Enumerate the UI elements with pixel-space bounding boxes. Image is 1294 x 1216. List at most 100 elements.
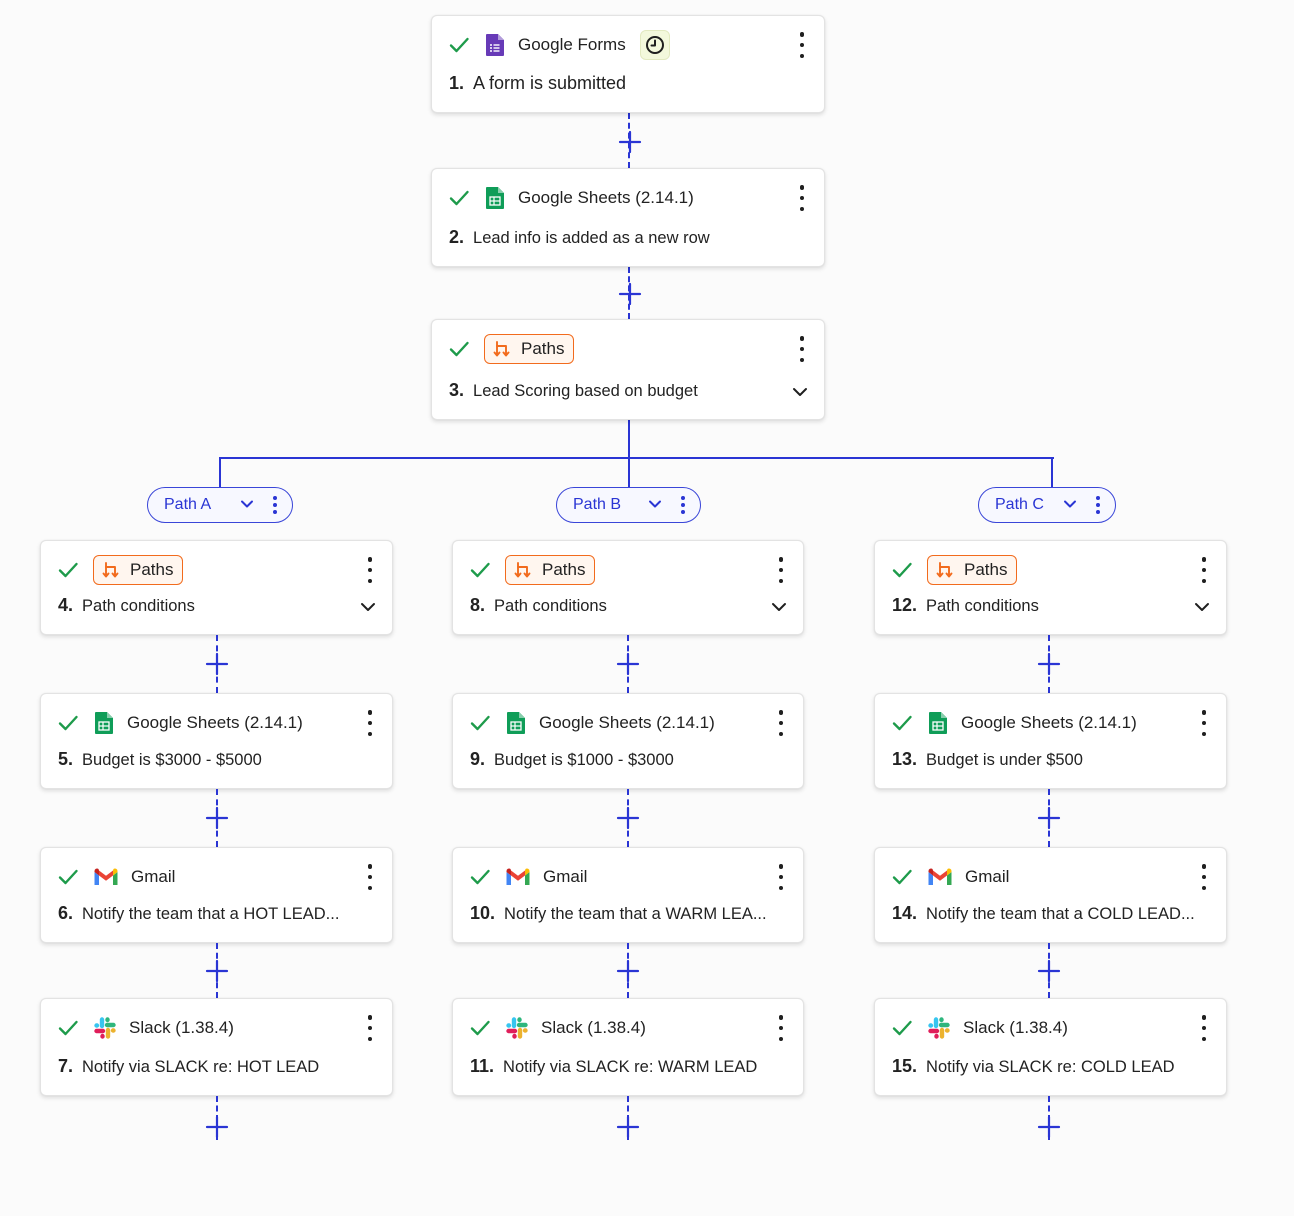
paths-icon (936, 561, 954, 579)
chevron-down-icon[interactable] (771, 602, 787, 612)
more-vertical-icon[interactable] (680, 496, 686, 514)
slack-step-card[interactable]: Slack (1.38.4) 11. Notify via SLACK re: … (452, 998, 804, 1096)
check-icon (469, 866, 491, 888)
paths-icon (493, 340, 511, 358)
paths-step-card[interactable]: Paths 3. Lead Scoring based on budget (431, 319, 825, 420)
add-step-plus-icon[interactable] (1037, 1115, 1061, 1139)
sheets-step-card[interactable]: Google Sheets (2.14.1) 9. Budget is $100… (452, 693, 804, 789)
step-description: Lead info is added as a new row (473, 229, 710, 247)
add-step-plus-icon[interactable] (205, 806, 229, 830)
chevron-down-icon[interactable] (240, 499, 254, 509)
paths-icon (514, 561, 532, 579)
step-description: Notify via SLACK re: HOT LEAD (82, 1058, 320, 1076)
app-name: Paths (964, 560, 1008, 579)
more-vertical-icon[interactable] (364, 557, 376, 583)
add-step-plus-icon[interactable] (616, 959, 640, 983)
check-icon (891, 559, 913, 581)
app-name: Gmail (543, 867, 588, 886)
path-selector-1[interactable]: Path B (556, 487, 701, 523)
step-number: 8. (470, 595, 486, 615)
gmail-step-card[interactable]: Gmail 10. Notify the team that a WARM LE… (452, 847, 804, 943)
more-vertical-icon[interactable] (1198, 1015, 1210, 1041)
check-icon (448, 34, 470, 56)
paths-icon (102, 561, 120, 579)
conditions-step-card[interactable]: Paths 8. Path conditions (452, 540, 804, 635)
add-step-plus-icon[interactable] (205, 1115, 229, 1139)
check-icon (891, 866, 913, 888)
app-name: Gmail (965, 867, 1010, 886)
conditions-step-card[interactable]: Paths 12. Path conditions (874, 540, 1227, 635)
more-vertical-icon[interactable] (1198, 864, 1210, 890)
more-vertical-icon[interactable] (796, 185, 808, 211)
add-step-plus-icon[interactable] (1037, 806, 1061, 830)
gmail-step-card[interactable]: Gmail 6. Notify the team that a HOT LEAD… (40, 847, 393, 943)
gmail-icon (927, 867, 953, 887)
more-vertical-icon[interactable] (775, 710, 787, 736)
check-icon (57, 559, 79, 581)
step-description: A form is submitted (473, 73, 627, 93)
step-description: Path conditions (494, 597, 607, 615)
slack-step-card[interactable]: Slack (1.38.4) 15. Notify via SLACK re: … (874, 998, 1227, 1096)
branch-line (1051, 457, 1053, 488)
add-step-plus-icon[interactable] (616, 806, 640, 830)
step-number: 12. (892, 595, 918, 615)
more-vertical-icon[interactable] (1095, 496, 1101, 514)
conditions-step-card[interactable]: Paths 4. Path conditions (40, 540, 393, 635)
more-vertical-icon[interactable] (364, 864, 376, 890)
add-step-plus-icon[interactable] (205, 652, 229, 676)
gmail-icon (93, 867, 119, 887)
path-selector-2[interactable]: Path C (978, 487, 1116, 523)
add-step-plus-icon[interactable] (205, 959, 229, 983)
branch-line (628, 420, 630, 458)
path-label: Path B (573, 496, 622, 513)
check-icon (57, 712, 79, 734)
more-vertical-icon[interactable] (796, 32, 808, 58)
more-vertical-icon[interactable] (775, 1015, 787, 1041)
path-label: Path A (164, 496, 212, 513)
trigger-step-card[interactable]: Google Forms 1. A form is submitted (431, 15, 825, 113)
clock-icon[interactable] (639, 30, 670, 60)
gmail-step-card[interactable]: Gmail 14. Notify the team that a COLD LE… (874, 847, 1227, 943)
app-name: Paths (130, 560, 174, 579)
step-number: 2. (449, 227, 465, 247)
step-description: Budget is $1000 - $3000 (494, 751, 674, 769)
check-icon (891, 1017, 913, 1039)
check-icon (57, 866, 79, 888)
more-vertical-icon[interactable] (1198, 557, 1210, 583)
slack-step-card[interactable]: Slack (1.38.4) 7. Notify via SLACK re: H… (40, 998, 393, 1096)
add-step-plus-icon[interactable] (1037, 652, 1061, 676)
google-sheets-icon (93, 711, 115, 735)
step-description: Budget is under $500 (926, 751, 1083, 769)
google-forms-icon (484, 33, 506, 57)
chevron-down-icon[interactable] (792, 387, 808, 397)
chevron-down-icon[interactable] (648, 499, 662, 509)
add-step-plus-icon[interactable] (616, 652, 640, 676)
step-number: 13. (892, 749, 918, 769)
more-vertical-icon[interactable] (364, 710, 376, 736)
step-number: 5. (58, 749, 74, 769)
more-vertical-icon[interactable] (775, 864, 787, 890)
more-vertical-icon[interactable] (796, 336, 808, 362)
add-step-plus-icon[interactable] (616, 1115, 640, 1139)
path-label: Path C (995, 496, 1044, 513)
more-vertical-icon[interactable] (272, 496, 278, 514)
step-description: Path conditions (82, 597, 195, 615)
path-selector-0[interactable]: Path A (147, 487, 293, 523)
step-number: 1. (449, 73, 465, 93)
sheets-step-card[interactable]: Google Sheets (2.14.1) 5. Budget is $300… (40, 693, 393, 789)
add-step-plus-icon[interactable] (1037, 959, 1061, 983)
add-step-plus-icon[interactable] (618, 282, 642, 306)
paths-badge: Paths (93, 555, 184, 585)
add-step-plus-icon[interactable] (618, 130, 642, 154)
chevron-down-icon[interactable] (1194, 602, 1210, 612)
sheets-step-card[interactable]: Google Sheets (2.14.1) 13. Budget is und… (874, 693, 1227, 789)
chevron-down-icon[interactable] (1063, 499, 1077, 509)
more-vertical-icon[interactable] (364, 1015, 376, 1041)
gmail-icon (505, 867, 531, 887)
sheets-step-card[interactable]: Google Sheets (2.14.1) 2. Lead info is a… (431, 168, 825, 267)
step-number: 3. (449, 380, 465, 400)
more-vertical-icon[interactable] (1198, 710, 1210, 736)
chevron-down-icon[interactable] (360, 602, 376, 612)
app-name: Gmail (131, 867, 176, 886)
more-vertical-icon[interactable] (775, 557, 787, 583)
